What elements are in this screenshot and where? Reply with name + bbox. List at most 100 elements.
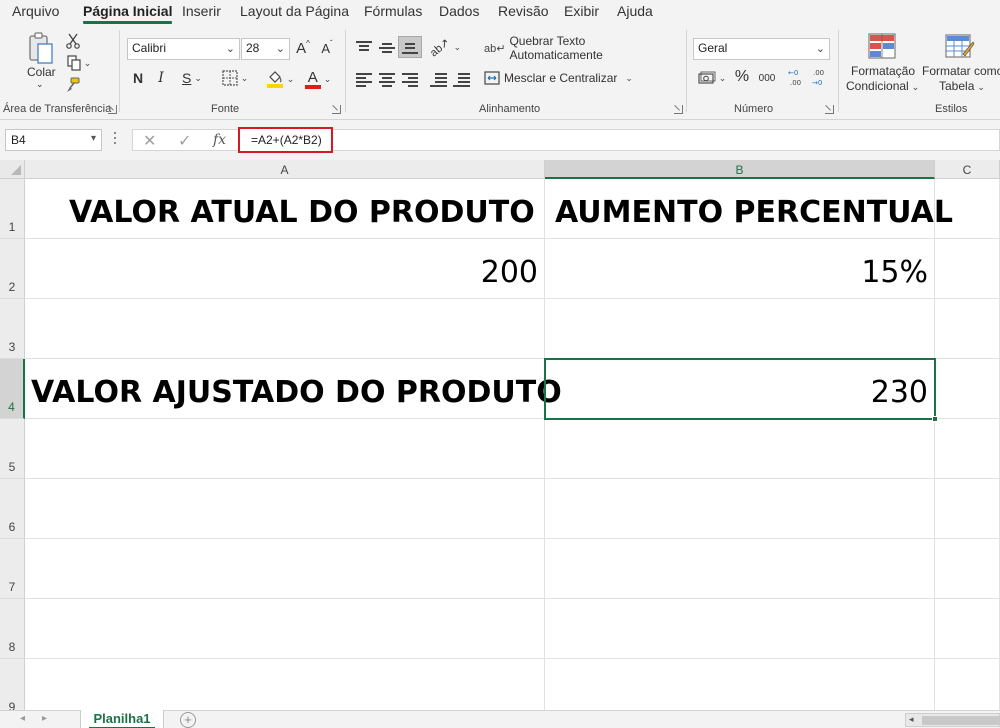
row-header-9[interactable]: 9 [0, 659, 25, 710]
number-format-select[interactable]: Geral ⌄ [693, 38, 830, 60]
cell-c9[interactable] [935, 659, 1000, 710]
cell-a9[interactable] [25, 659, 545, 710]
tab-revisao[interactable]: Revisão [498, 3, 549, 19]
align-center-button[interactable] [378, 72, 396, 87]
cell-a6[interactable] [25, 479, 545, 539]
tab-formulas[interactable]: Fórmulas [364, 3, 422, 19]
formula-input[interactable] [238, 129, 1000, 151]
tab-inserir[interactable]: Inserir [182, 3, 221, 19]
paste-button[interactable] [26, 30, 56, 68]
bold-button[interactable]: N [130, 68, 146, 88]
cell-c5[interactable] [935, 419, 1000, 479]
sheet-tab-planilha1[interactable]: Planilha1 [80, 710, 164, 728]
cell-c8[interactable] [935, 599, 1000, 659]
merge-center-button[interactable]: Mesclar e Centralizar ⌄ [484, 68, 634, 88]
clipboard-launcher-icon[interactable] [108, 105, 117, 114]
comma-style-button[interactable]: 000 [756, 68, 778, 88]
paste-label[interactable]: Colar [27, 65, 56, 79]
tab-exibir[interactable]: Exibir [564, 3, 599, 19]
cell-a7[interactable] [25, 539, 545, 599]
align-right-button[interactable] [401, 72, 419, 87]
next-sheet-icon[interactable]: ▸ [42, 713, 47, 724]
wrap-text-button[interactable]: ab↵ Quebrar Texto Automaticamente [484, 34, 674, 62]
cell-a5[interactable] [25, 419, 545, 479]
cell-c2[interactable] [935, 239, 1000, 299]
fill-color-button[interactable]: ⌄ [264, 68, 296, 90]
cut-button[interactable] [64, 32, 82, 50]
cell-c3[interactable] [935, 299, 1000, 359]
cell-c4[interactable] [935, 359, 1000, 419]
paste-dropdown-icon[interactable]: ⌄ [36, 79, 44, 90]
format-as-table-icon-wrap[interactable] [944, 30, 976, 62]
cell-c6[interactable] [935, 479, 1000, 539]
previous-sheet-icon[interactable]: ◂ [20, 713, 25, 724]
row-header-1[interactable]: 1 [0, 179, 25, 239]
select-all-button[interactable] [0, 160, 25, 179]
fill-handle[interactable] [932, 416, 938, 422]
scroll-left-icon[interactable]: ◂ [909, 714, 914, 725]
cell-a1[interactable]: VALOR ATUAL DO PRODUTO [25, 179, 545, 239]
cell-b7[interactable] [545, 539, 935, 599]
font-family-select[interactable]: Calibri ⌄ [127, 38, 240, 60]
borders-button[interactable]: ⌄ [219, 68, 251, 88]
tab-pagina-inicial[interactable]: Página Inicial [83, 3, 173, 24]
cell-b4[interactable]: 230 [545, 359, 935, 419]
format-as-table-label-2[interactable]: Tabela ⌄ [939, 79, 985, 93]
cancel-entry-icon[interactable]: ✕ [143, 131, 156, 151]
tab-arquivo[interactable]: Arquivo [12, 3, 59, 19]
font-size-select[interactable]: 28 ⌄ [241, 38, 290, 60]
copy-button[interactable]: ⌄ [64, 54, 94, 72]
column-header-a[interactable]: A [25, 160, 545, 179]
tab-dados[interactable]: Dados [439, 3, 479, 19]
number-launcher-icon[interactable] [825, 105, 834, 114]
cell-b1[interactable]: AUMENTO PERCENTUAL [545, 179, 953, 239]
row-header-8[interactable]: 8 [0, 599, 25, 659]
confirm-entry-icon[interactable]: ✓ [178, 131, 191, 151]
alignment-launcher-icon[interactable] [674, 105, 683, 114]
align-left-button[interactable] [355, 72, 373, 87]
format-painter-button[interactable] [64, 76, 82, 94]
tab-layout-da-pagina[interactable]: Layout da Página [240, 3, 349, 19]
orientation-button[interactable]: ab↗ ⌄ [428, 36, 461, 59]
cell-b8[interactable] [545, 599, 935, 659]
column-header-b[interactable]: B [545, 160, 935, 179]
row-header-6[interactable]: 6 [0, 479, 25, 539]
name-box[interactable]: B4 ▾ [5, 129, 102, 151]
align-middle-button[interactable] [378, 40, 396, 54]
horizontal-scrollbar[interactable]: ◂ [905, 713, 1000, 727]
underline-button[interactable]: S ⌄ [177, 68, 207, 88]
formula-bar-grip-icon[interactable] [113, 132, 117, 146]
decrease-indent-button[interactable] [429, 72, 447, 87]
conditional-formatting-label-2[interactable]: Condicional ⌄ [846, 79, 919, 93]
align-top-button[interactable] [355, 40, 373, 54]
cell-a2[interactable]: 200 [25, 239, 545, 299]
insert-function-icon[interactable]: fx [213, 132, 226, 148]
cell-a4[interactable]: VALOR AJUSTADO DO PRODUTO [25, 359, 562, 419]
scrollbar-thumb[interactable] [922, 716, 1000, 725]
font-launcher-icon[interactable] [332, 105, 341, 114]
tab-ajuda[interactable]: Ajuda [617, 3, 653, 19]
cell-b5[interactable] [545, 419, 935, 479]
row-header-3[interactable]: 3 [0, 299, 25, 359]
grow-font-button[interactable]: A ^ [294, 38, 312, 58]
add-sheet-icon[interactable]: + [180, 712, 196, 728]
increase-indent-button[interactable] [452, 72, 470, 87]
shrink-font-button[interactable]: Aˇ [318, 38, 336, 58]
cell-a3[interactable] [25, 299, 545, 359]
cell-b6[interactable] [545, 479, 935, 539]
row-header-7[interactable]: 7 [0, 539, 25, 599]
percent-style-button[interactable]: % [733, 67, 751, 87]
cell-c1[interactable] [935, 179, 1000, 239]
cell-b2[interactable]: 15% [545, 239, 935, 299]
italic-button[interactable]: I [154, 68, 168, 88]
cell-b9[interactable] [545, 659, 935, 710]
cell-b3[interactable] [545, 299, 935, 359]
row-header-4[interactable]: 4 [0, 359, 25, 419]
decrease-decimal-button[interactable]: .00 →0 [811, 66, 829, 88]
align-bottom-button[interactable] [398, 36, 422, 58]
increase-decimal-button[interactable]: ←0 .00 [787, 66, 805, 88]
conditional-formatting-icon-wrap[interactable] [866, 30, 898, 62]
accounting-format-button[interactable]: ⌄ [696, 68, 728, 88]
conditional-formatting-label-1[interactable]: Formatação [851, 64, 915, 78]
format-as-table-label-1[interactable]: Formatar como [922, 64, 1000, 78]
